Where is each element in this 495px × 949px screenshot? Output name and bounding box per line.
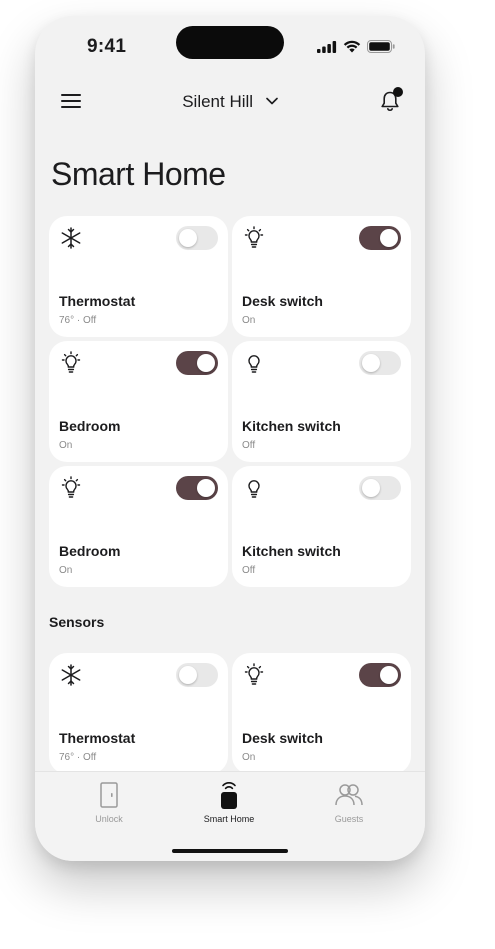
notification-badge	[393, 87, 403, 97]
status-time: 9:41	[87, 36, 127, 57]
tab-label: Smart Home	[203, 814, 255, 824]
door-icon	[100, 782, 118, 808]
snowflake-icon	[61, 227, 81, 249]
sensor-state: 76° · Off	[59, 752, 97, 763]
wifi-icon	[343, 40, 361, 53]
sensor-toggle[interactable]	[359, 663, 401, 687]
device-state: On	[59, 565, 73, 576]
device-state: On	[242, 315, 256, 326]
snowflake-icon	[61, 664, 81, 686]
status-icons	[317, 40, 395, 53]
tab-unlock[interactable]: Unlock	[59, 780, 159, 824]
tab-label: Guests	[334, 814, 364, 824]
bulb-glow-icon	[244, 226, 264, 248]
smart-speaker-icon	[221, 781, 237, 809]
dynamic-island	[176, 26, 284, 59]
device-toggle[interactable]	[176, 226, 218, 250]
sensor-card[interactable]: Desk switch On	[232, 653, 411, 774]
bulb-icon	[248, 480, 260, 498]
location-selector[interactable]: Silent Hill	[35, 92, 425, 112]
location-name: Silent Hill	[182, 92, 254, 111]
sensor-name: Thermostat	[59, 730, 136, 746]
device-name: Thermostat	[59, 293, 136, 309]
device-toggle[interactable]	[359, 476, 401, 500]
tab-bar: Unlock Smart Home Guests	[35, 771, 425, 861]
devices-grid: Thermostat 76° · Off Desk switch On Bedr…	[49, 216, 411, 587]
device-name: Kitchen switch	[242, 543, 341, 559]
bulb-glow-icon	[61, 476, 81, 498]
device-card[interactable]: Bedroom On	[49, 466, 228, 587]
sensor-card[interactable]: Thermostat 76° · Off	[49, 653, 228, 774]
device-card[interactable]: Kitchen switch Off	[232, 341, 411, 462]
sensor-toggle[interactable]	[176, 663, 218, 687]
bulb-glow-icon	[244, 663, 264, 685]
tab-smart-home[interactable]: Smart Home	[179, 780, 279, 824]
device-card[interactable]: Desk switch On	[232, 216, 411, 337]
device-state: 76° · Off	[59, 315, 97, 326]
device-name: Bedroom	[59, 418, 121, 434]
device-card[interactable]: Bedroom On	[49, 341, 228, 462]
device-state: Off	[242, 565, 256, 576]
device-toggle[interactable]	[176, 351, 218, 375]
sensors-grid: Thermostat 76° · Off Desk switch On	[49, 653, 411, 774]
users-icon	[335, 784, 363, 806]
device-name: Kitchen switch	[242, 418, 341, 434]
device-toggle[interactable]	[359, 351, 401, 375]
device-card[interactable]: Thermostat 76° · Off	[49, 216, 228, 337]
sensor-name: Desk switch	[242, 730, 323, 746]
device-toggle[interactable]	[359, 226, 401, 250]
phone-frame: 9:41 Silent Hill Smart Home Thermostat 7…	[35, 16, 425, 861]
chevron-down-icon	[265, 97, 278, 105]
device-state: On	[59, 440, 73, 451]
top-nav: Silent Hill	[35, 88, 425, 120]
device-state: Off	[242, 440, 256, 451]
section-title-sensors: Sensors	[49, 614, 105, 630]
sensor-state: On	[242, 752, 256, 763]
bulb-glow-icon	[61, 351, 81, 373]
device-name: Bedroom	[59, 543, 121, 559]
page-title: Smart Home	[51, 156, 226, 192]
home-indicator	[172, 849, 288, 853]
tab-label: Unlock	[95, 814, 123, 824]
status-bar: 9:41	[35, 16, 425, 70]
device-name: Desk switch	[242, 293, 323, 309]
device-toggle[interactable]	[176, 476, 218, 500]
battery-icon	[367, 40, 395, 53]
cellular-signal-icon	[317, 40, 337, 53]
tab-guests[interactable]: Guests	[299, 780, 399, 824]
bulb-icon	[248, 355, 260, 373]
device-card[interactable]: Kitchen switch Off	[232, 466, 411, 587]
